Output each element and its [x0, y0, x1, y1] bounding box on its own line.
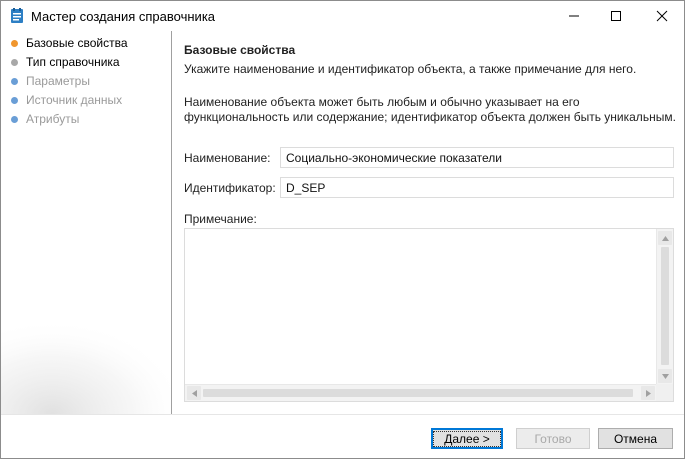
minimize-button[interactable]	[551, 1, 597, 31]
scroll-down-icon	[661, 373, 669, 379]
note-label: Примечание:	[184, 212, 257, 226]
step-dot	[11, 58, 18, 66]
scroll-left-button[interactable]	[187, 386, 201, 400]
nav-step-label: Тип справочника	[26, 55, 120, 69]
step-subheading: Укажите наименование и идентификатор объ…	[184, 62, 637, 76]
window-title: Мастер создания справочника	[31, 9, 216, 24]
nav-step-label: Параметры	[26, 74, 90, 88]
next-button[interactable]: Далее >	[431, 428, 503, 449]
nav-step-label: Атрибуты	[26, 112, 80, 126]
nav-step-dictionary-type[interactable]: Тип справочника	[11, 54, 120, 70]
minimize-icon	[569, 15, 579, 17]
scroll-up-button[interactable]	[658, 231, 672, 245]
step-dot	[11, 77, 18, 85]
step-dot	[11, 96, 18, 104]
scroll-corner	[656, 384, 673, 401]
dictionary-icon	[11, 8, 23, 23]
nav-step-label: Базовые свойства	[26, 36, 128, 50]
cancel-button[interactable]: Отмена	[598, 428, 673, 449]
done-button[interactable]: Готово	[516, 428, 590, 449]
step-heading: Базовые свойства	[184, 43, 296, 57]
name-input[interactable]: Социально-экономические показатели	[280, 147, 674, 168]
scroll-down-button[interactable]	[658, 369, 672, 383]
nav-step-label: Источник данных	[26, 93, 123, 107]
title-bar[interactable]: Мастер создания справочника	[1, 1, 684, 31]
identifier-label: Идентификатор:	[184, 181, 276, 195]
maximize-button[interactable]	[593, 1, 639, 31]
horizontal-scroll-thumb[interactable]	[203, 389, 633, 397]
scroll-right-icon	[645, 389, 651, 397]
step-current-dot	[11, 39, 18, 47]
name-label: Наименование:	[184, 151, 271, 165]
scroll-right-button[interactable]	[641, 386, 655, 400]
note-textarea[interactable]	[184, 228, 674, 402]
close-button[interactable]	[639, 1, 685, 31]
scroll-up-icon	[661, 235, 669, 241]
panel-decoration	[1, 294, 171, 414]
next-button-label: Далее >	[433, 430, 501, 447]
nav-step-parameters: Параметры	[11, 73, 90, 89]
step-dot	[11, 115, 18, 123]
nav-step-basic-properties[interactable]: Базовые свойства	[11, 35, 128, 51]
nav-step-data-source: Источник данных	[11, 92, 122, 108]
footer-divider	[1, 414, 684, 415]
scroll-left-icon	[191, 389, 197, 397]
step-content: Базовые свойства Укажите наименование и …	[172, 31, 684, 414]
wizard-steps-panel: Базовые свойства Тип справочника Парамет…	[1, 31, 171, 414]
identifier-input[interactable]: D_SEP	[280, 177, 674, 198]
note-vertical-scrollbar[interactable]	[656, 229, 673, 385]
wizard-window: Мастер создания справочника Базовые свой	[0, 0, 685, 459]
note-horizontal-scrollbar[interactable]	[185, 384, 657, 401]
step-description: Наименование объекта может быть любым и …	[184, 95, 676, 124]
maximize-icon	[611, 11, 621, 21]
vertical-scroll-thumb[interactable]	[661, 247, 669, 365]
nav-step-attributes: Атрибуты	[11, 111, 79, 127]
close-icon	[656, 10, 668, 22]
